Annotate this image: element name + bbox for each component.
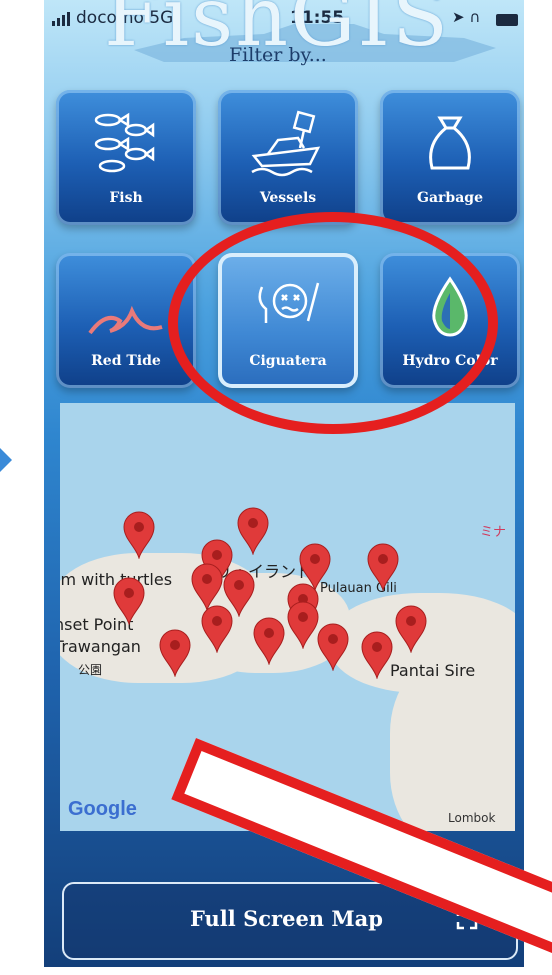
filter-fish-button[interactable]: Fish xyxy=(56,90,196,225)
side-pointer xyxy=(0,448,12,472)
map-pin-icon[interactable] xyxy=(200,605,234,653)
map-label: Trawangan xyxy=(60,637,141,656)
map-label: 公園 xyxy=(78,663,103,677)
filter-label-fish: Fish xyxy=(109,190,143,206)
filter-garbage-button[interactable]: Garbage xyxy=(380,90,520,225)
map-pin-icon[interactable] xyxy=(316,623,350,671)
map-pin-icon[interactable] xyxy=(190,563,224,611)
map-pin-icon[interactable] xyxy=(286,601,320,649)
filter-label: Filter by... xyxy=(229,44,327,66)
map-pin-icon[interactable] xyxy=(360,631,394,679)
filter-label-vessels: Vessels xyxy=(259,190,317,206)
map-pin-icon[interactable] xyxy=(236,507,270,555)
google-logo: Google xyxy=(68,798,137,820)
map-label: Pantai Sire xyxy=(390,661,476,680)
filter-vessels-button[interactable]: Vessels xyxy=(218,90,358,225)
map-pin-icon[interactable] xyxy=(394,605,428,653)
map-pin-icon[interactable] xyxy=(122,511,156,559)
highlight-circle xyxy=(168,212,498,434)
map-view[interactable]: im with turtles ギリ・イランド Pulauan Gili nse… xyxy=(60,403,515,831)
map-pin-icon[interactable] xyxy=(112,577,146,625)
map-label: Lombok xyxy=(448,811,496,825)
filter-label-garbage: Garbage xyxy=(417,190,483,206)
wave-icon xyxy=(88,305,163,335)
garbage-bag-icon xyxy=(429,116,471,170)
fish-icon xyxy=(94,112,155,173)
vessel-icon xyxy=(251,110,321,177)
map-pin-icon[interactable] xyxy=(366,543,400,591)
map-label: ミナ xyxy=(480,525,507,540)
map-pin-icon[interactable] xyxy=(252,617,286,665)
map-pin-icon[interactable] xyxy=(158,629,192,677)
signal-icon xyxy=(52,12,70,26)
full-screen-map-label: Full Screen Map xyxy=(190,906,383,931)
